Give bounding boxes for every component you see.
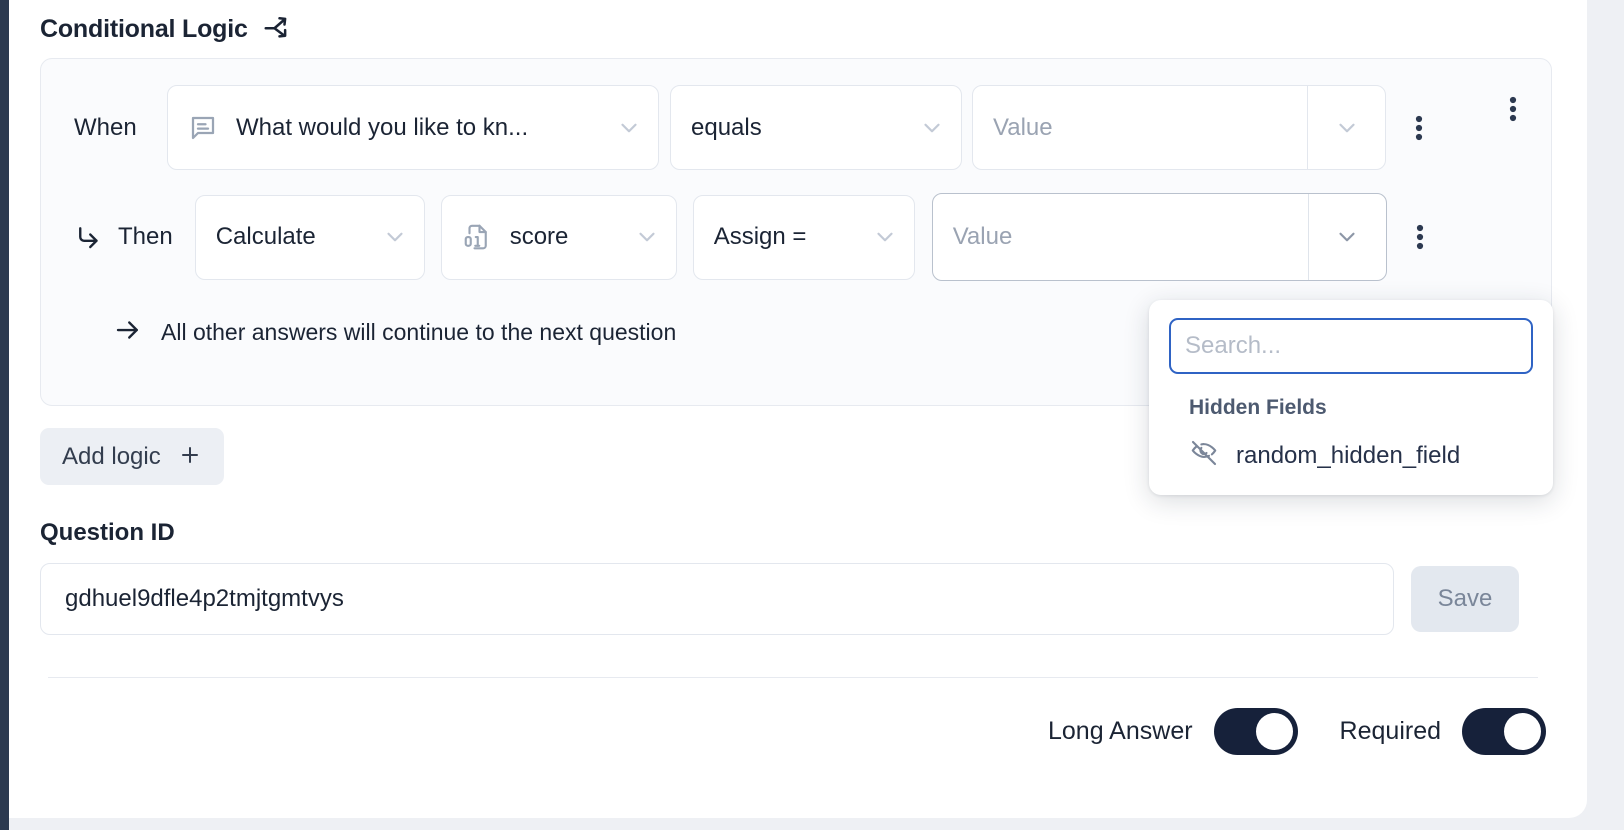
- chevron-down-icon: [899, 115, 945, 141]
- save-button[interactable]: Save: [1411, 566, 1519, 632]
- chevron-down-icon: [1338, 123, 1355, 132]
- then-variable-value: score: [509, 223, 569, 250]
- then-action-value: Calculate: [215, 223, 316, 250]
- arrow-right-icon: [113, 315, 143, 350]
- logic-panel-menu-button[interactable]: [1495, 91, 1531, 127]
- conditional-logic-header: Conditional Logic: [40, 0, 1552, 43]
- dropdown-item-random-hidden-field[interactable]: random_hidden_field: [1189, 438, 1533, 473]
- footer-divider: [48, 677, 1538, 678]
- question-options-footer: Long Answer Required: [40, 708, 1552, 755]
- eye-off-icon: [1189, 438, 1219, 473]
- toggle-knob: [1504, 713, 1541, 750]
- required-label: Required: [1339, 717, 1441, 745]
- then-value-input[interactable]: Value: [933, 194, 1308, 280]
- left-edge-rail: [0, 0, 9, 830]
- when-value-input[interactable]: Value: [973, 86, 1307, 169]
- plus-icon: [178, 443, 202, 470]
- question-id-input[interactable]: [40, 563, 1394, 635]
- file-digit-icon: [462, 222, 492, 252]
- corner-down-right-arrow-icon: [74, 222, 106, 252]
- then-operation-select[interactable]: Assign =: [692, 194, 915, 280]
- when-value-dropdown-button[interactable]: [1308, 86, 1385, 169]
- then-label: Then: [118, 223, 173, 250]
- then-row-menu-button[interactable]: [1397, 222, 1443, 252]
- then-value-combo[interactable]: Value: [931, 193, 1387, 281]
- add-logic-label: Add logic: [62, 442, 161, 470]
- then-value-dropdown-button[interactable]: [1309, 194, 1386, 280]
- chevron-down-icon: [614, 224, 660, 250]
- value-dropdown-popover: Hidden Fields random_hidden_field: [1149, 300, 1553, 495]
- long-answer-label: Long Answer: [1048, 717, 1193, 745]
- screen-root: Conditional Logic When What would you li…: [0, 0, 1624, 830]
- dropdown-group-title: Hidden Fields: [1189, 396, 1327, 419]
- question-id-row: Save: [40, 563, 1552, 635]
- more-vertical-icon: [1509, 96, 1517, 122]
- fallback-text: All other answers will continue to the n…: [161, 319, 677, 345]
- then-action-select[interactable]: Calculate: [194, 194, 425, 280]
- when-question-value: What would you like to kn...: [236, 113, 529, 141]
- branch-arrows-icon: [262, 12, 292, 47]
- chevron-down-icon: [362, 224, 408, 250]
- when-row: When What would you like to kn... equals…: [41, 85, 1551, 170]
- when-label: When: [74, 113, 137, 141]
- search-input[interactable]: [1169, 318, 1533, 374]
- chevron-down-icon: [1339, 232, 1355, 242]
- dropdown-item-label: random_hidden_field: [1236, 441, 1461, 469]
- long-answer-toggle[interactable]: [1213, 708, 1298, 755]
- when-operator-select[interactable]: equals: [670, 85, 962, 170]
- section-title: Conditional Logic: [40, 14, 248, 43]
- long-answer-toggle-group: Long Answer: [1048, 708, 1298, 755]
- when-operator-value: equals: [691, 113, 762, 141]
- then-operation-value: Assign =: [713, 223, 807, 250]
- add-logic-button[interactable]: Add logic: [40, 428, 224, 485]
- required-toggle[interactable]: [1462, 708, 1546, 755]
- message-square-text-icon: [188, 113, 218, 143]
- then-row: Then Calculate score Assign = Value: [41, 193, 1551, 281]
- required-toggle-group: Required: [1340, 708, 1546, 755]
- toggle-knob: [1255, 713, 1293, 750]
- chevron-down-icon: [596, 115, 642, 141]
- more-vertical-icon: [1415, 115, 1423, 140]
- when-value-combo[interactable]: Value: [972, 85, 1386, 170]
- when-row-menu-button[interactable]: [1396, 113, 1442, 143]
- then-variable-select[interactable]: score: [440, 194, 677, 280]
- chevron-down-icon: [852, 224, 898, 250]
- when-question-select[interactable]: What would you like to kn...: [167, 85, 659, 170]
- more-vertical-icon: [1416, 224, 1423, 250]
- question-id-label: Question ID: [40, 519, 175, 546]
